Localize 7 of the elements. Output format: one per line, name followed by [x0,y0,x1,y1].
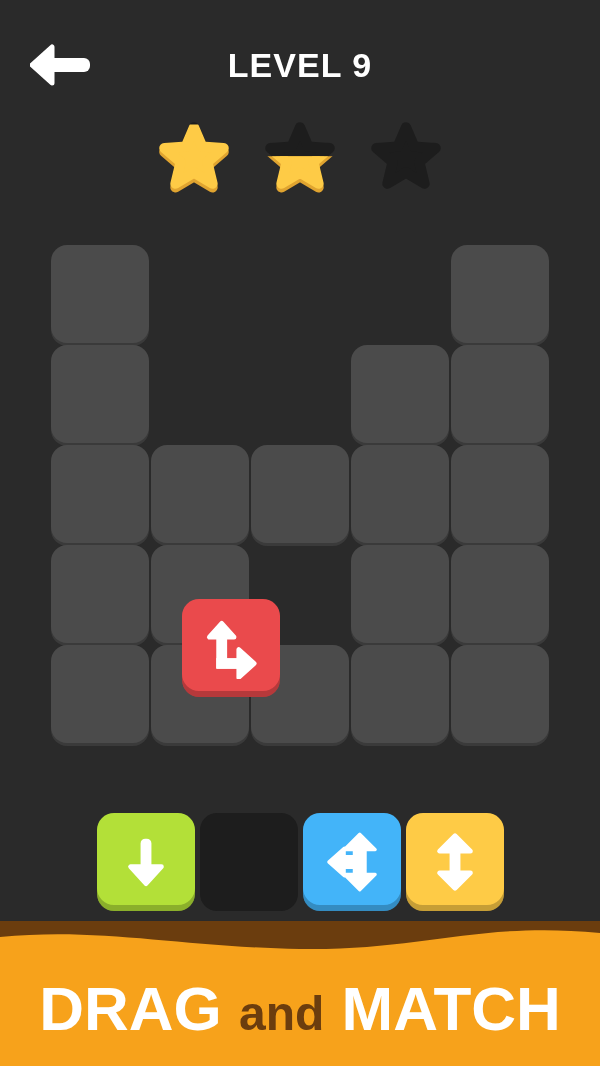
arrow-tile[interactable] [405,813,504,911]
arrow-tile[interactable] [302,813,401,911]
level-title: LEVEL 9 [227,45,373,85]
back-button[interactable] [30,43,92,87]
banner-title: DRAG and MATCH [39,973,561,1044]
arrow-tile[interactable] [96,813,195,911]
dragged-tile[interactable] [182,599,280,697]
